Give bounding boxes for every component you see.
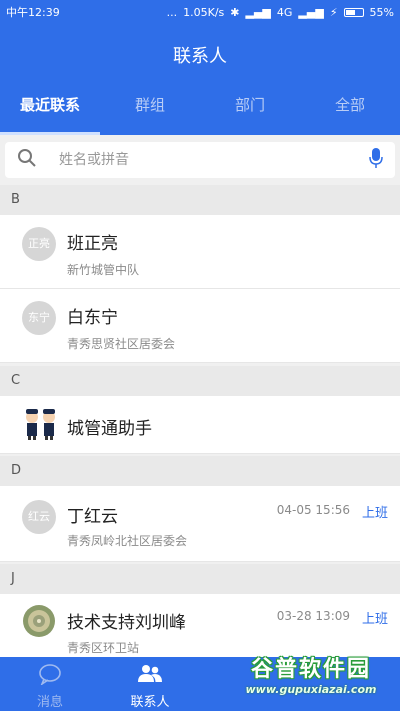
- shell-photo-icon: [22, 604, 56, 642]
- status-indicators: ... 1.05K/s ✱ ▂▄▆ 4G ▂▄▆ ⚡ 55%: [167, 6, 394, 19]
- section-header-b: B: [0, 185, 400, 215]
- page-title: 联系人: [173, 46, 227, 67]
- police-mascot-icon: [22, 407, 60, 445]
- tab-bar: 最近联系 群组 部门 全部: [0, 94, 400, 135]
- contact-name: 城管通助手: [67, 419, 152, 439]
- tab-groups[interactable]: 群组: [100, 94, 200, 135]
- contact-department: 青秀思贤社区居委会: [67, 337, 176, 351]
- microphone-icon[interactable]: [369, 147, 383, 173]
- signal-icon-2: ▂▄▆: [298, 5, 324, 19]
- contact-department: 新竹城管中队: [67, 263, 140, 277]
- tab-recent[interactable]: 最近联系: [0, 94, 100, 135]
- contact-name: 丁红云: [67, 507, 118, 527]
- status-badge: 上班: [361, 506, 388, 521]
- battery-icon: [343, 7, 364, 17]
- watermark-text: 谷普软件园: [250, 657, 371, 682]
- tab-departments[interactable]: 部门: [200, 94, 300, 135]
- network-speed: 1.05K/s: [183, 5, 225, 19]
- avatar: 正亮: [22, 227, 56, 261]
- avatar: 红云: [22, 500, 56, 534]
- status-time: 中午12:39: [6, 6, 60, 19]
- section-header-j: J: [0, 564, 400, 594]
- contact-row[interactable]: 红云 丁红云 青秀凤岭北社区居委会 04-05 15:56 上班: [0, 486, 400, 562]
- status-badge: 上班: [361, 612, 388, 627]
- signal-icon: ▂▄▆: [245, 5, 271, 19]
- last-contact-time: 04-05 15:56: [276, 503, 350, 517]
- avatar: 东宁: [22, 301, 56, 335]
- nav-contacts-label: 联系人: [130, 695, 170, 710]
- charging-icon: ⚡: [329, 5, 338, 19]
- contact-row[interactable]: 城管通助手: [0, 396, 400, 454]
- last-contact-time: 03-28 13:09: [276, 609, 350, 623]
- nav-messages-label: 消息: [36, 695, 63, 710]
- section-header-d: D: [0, 456, 400, 486]
- tab-all[interactable]: 全部: [300, 94, 400, 135]
- bluetooth-icon: ✱: [230, 5, 240, 19]
- app-header: 联系人 最近联系 群组 部门 全部: [0, 24, 400, 135]
- contact-row[interactable]: 正亮 班正亮 新竹城管中队: [0, 215, 400, 289]
- chat-bubble-icon: [0, 663, 100, 689]
- watermark-url: www.gupuxiazai.com: [245, 683, 377, 696]
- search-bar: [5, 142, 395, 178]
- nav-messages[interactable]: 消息: [0, 657, 100, 711]
- contact-row[interactable]: 技术支持刘圳峰 青秀区环卫站 03-28 13:09 上班: [0, 594, 400, 657]
- section-header-c: C: [0, 366, 400, 396]
- contact-row[interactable]: 东宁 白东宁 青秀思贤社区居委会: [0, 289, 400, 363]
- watermark-logo: 谷普软件园 www.gupuxiazai.com: [222, 655, 400, 711]
- status-dots: ...: [166, 5, 178, 19]
- nav-contacts[interactable]: 联系人: [100, 657, 200, 711]
- search-input[interactable]: [57, 151, 369, 169]
- contact-name: 白东宁: [67, 308, 118, 328]
- status-bar: 中午12:39 ... 1.05K/s ✱ ▂▄▆ 4G ▂▄▆ ⚡ 55%: [0, 0, 400, 24]
- battery-level: 55%: [369, 5, 394, 19]
- contact-name: 班正亮: [67, 234, 118, 254]
- contact-department: 青秀凤岭北社区居委会: [67, 534, 188, 548]
- contact-department: 青秀区环卫站: [67, 641, 140, 655]
- search-icon: [17, 148, 37, 172]
- network-type: 4G: [276, 5, 293, 19]
- contact-name: 技术支持刘圳峰: [67, 613, 186, 633]
- people-icon: [100, 663, 200, 689]
